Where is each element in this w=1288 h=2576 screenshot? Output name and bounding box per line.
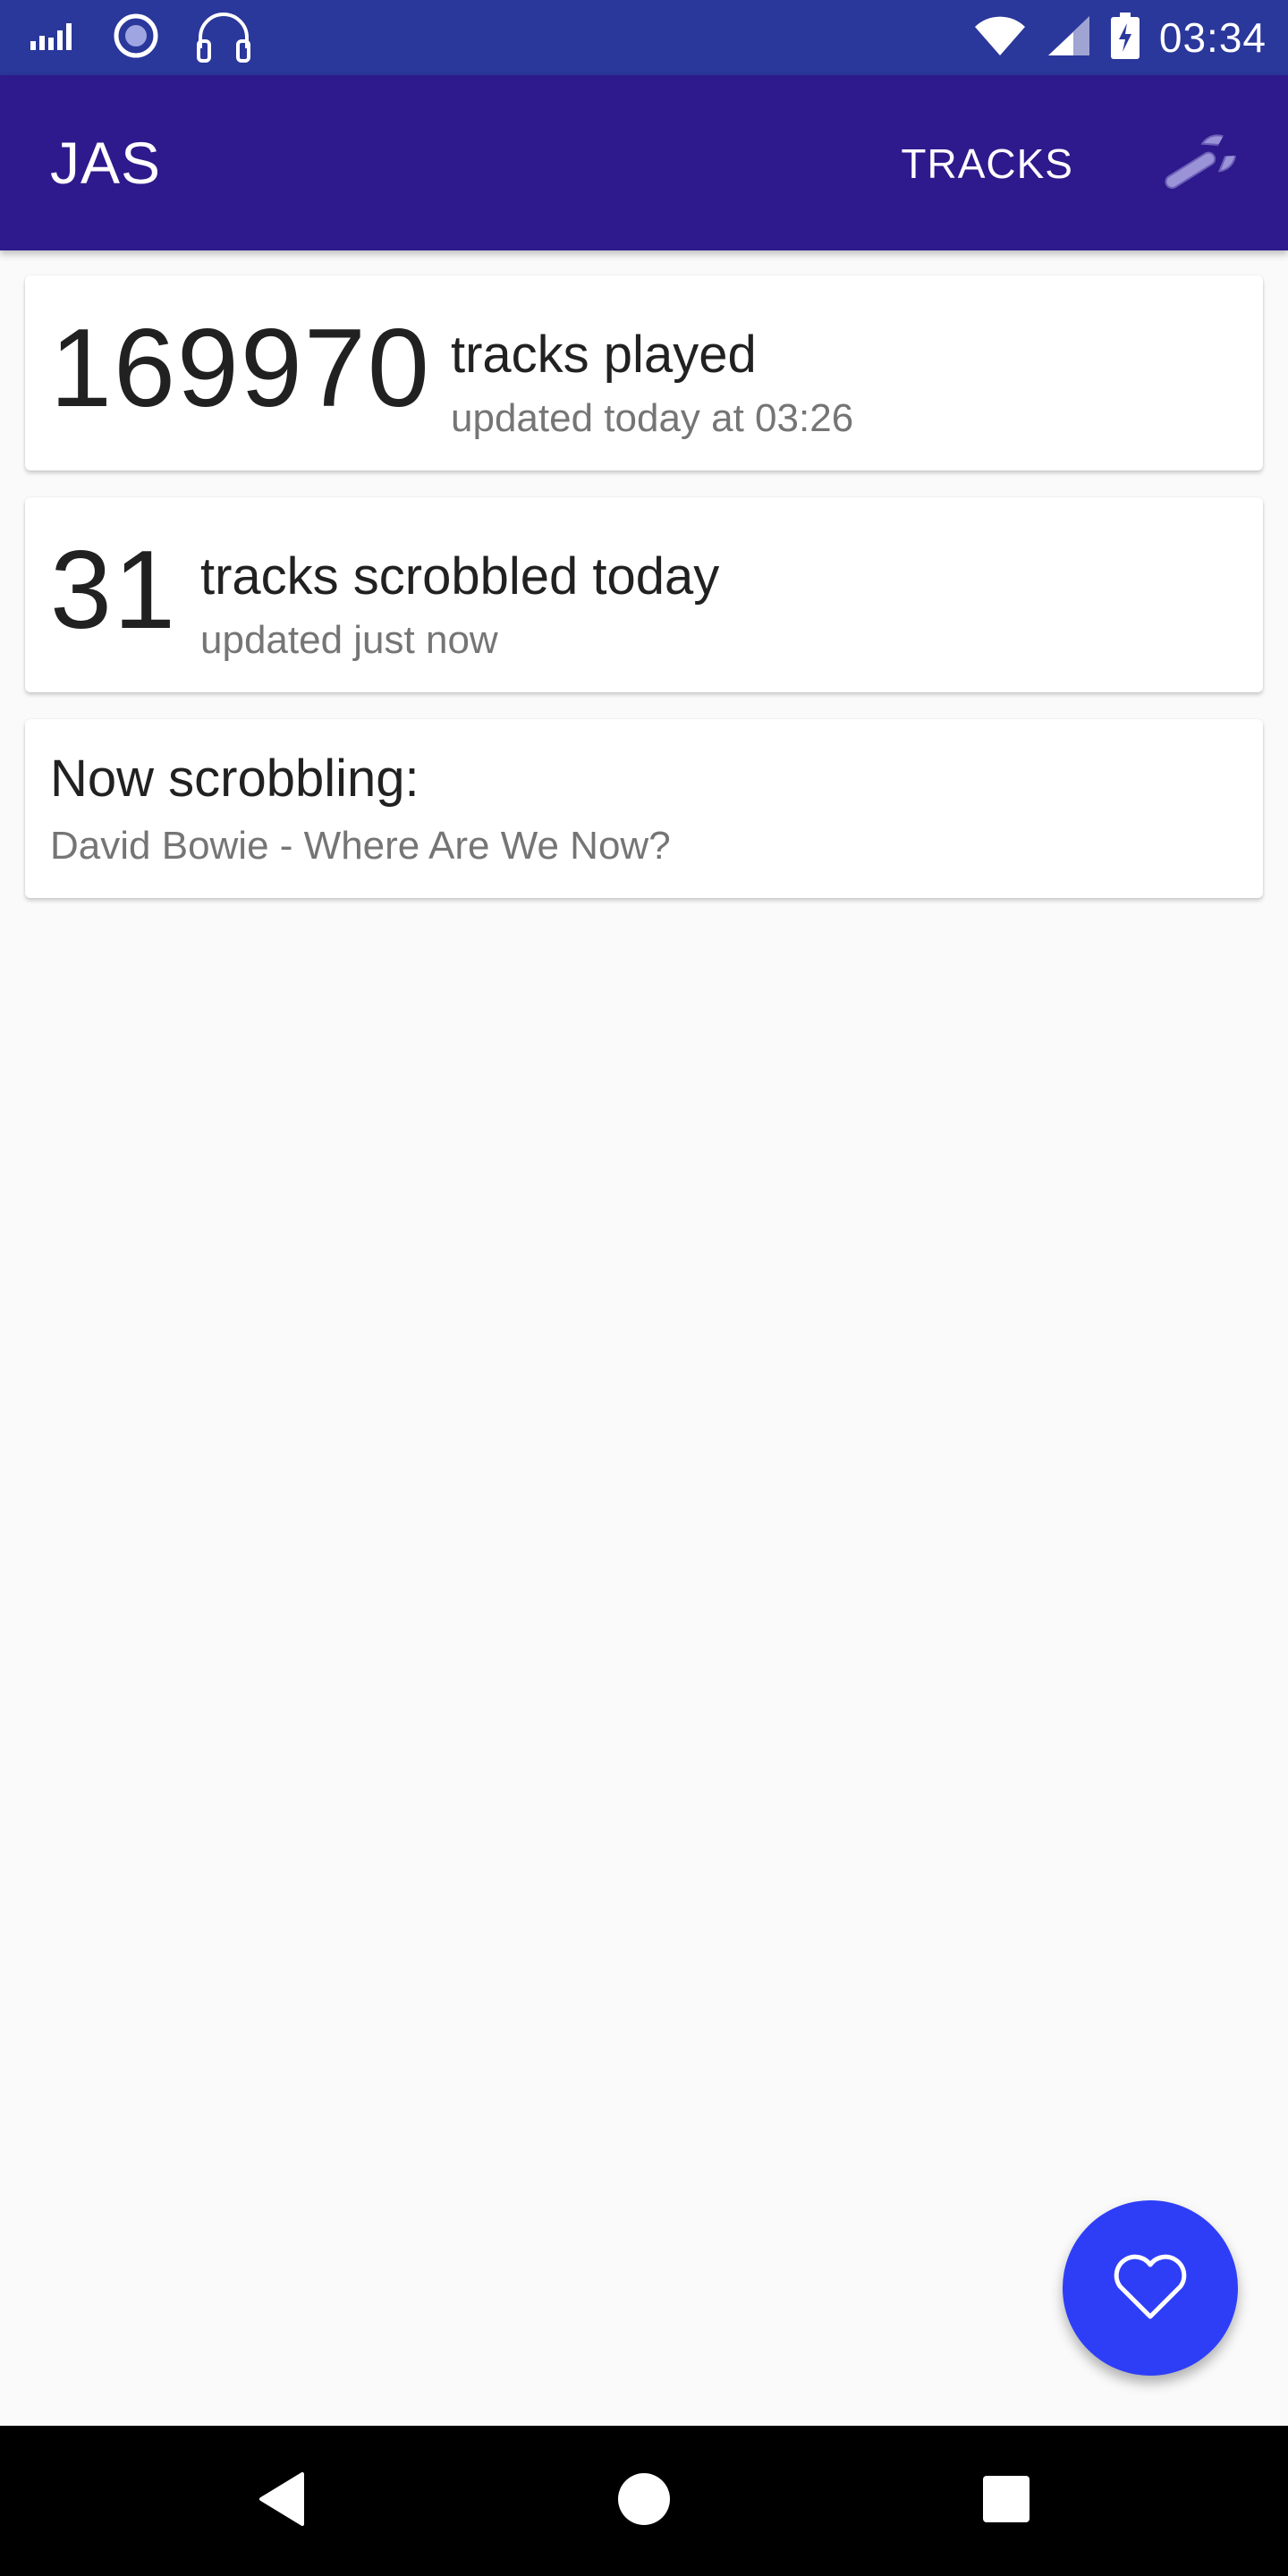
- tracks-scrobbled-updated: updated just now: [200, 618, 498, 662]
- tracks-scrobbled-title: tracks scrobbled today: [200, 547, 720, 606]
- tracks-played-text: tracks played updated today at 03:26: [451, 329, 853, 438]
- status-right-icons: 03:34: [973, 0, 1267, 75]
- home-icon: [615, 2470, 673, 2532]
- wrench-icon: [1150, 131, 1249, 204]
- tracks-scrobbled-text: tracks scrobbled today updated just now: [200, 551, 719, 660]
- tracks-played-card: 169970 tracks played updated today at 03…: [25, 275, 1263, 470]
- now-scrobbling-card: Now scrobbling: David Bowie - Where Are …: [25, 719, 1263, 898]
- settings-button[interactable]: [1150, 129, 1249, 200]
- app-bar: JAS TRACKS: [0, 75, 1288, 250]
- tracks-played-updated: updated today at 03:26: [451, 396, 854, 440]
- record-icon: [113, 13, 159, 64]
- headphones-icon: [195, 9, 252, 67]
- now-scrobbling-title: Now scrobbling:: [50, 750, 419, 808]
- tracks-scrobbled-count: 31: [50, 529, 177, 652]
- love-track-button[interactable]: [1063, 2200, 1238, 2376]
- back-button[interactable]: [247, 2465, 318, 2537]
- screen: 03:34 JAS TRACKS 169970 tracks played up…: [0, 0, 1288, 2576]
- status-bar: 03:34: [0, 0, 1288, 75]
- home-button[interactable]: [608, 2465, 680, 2537]
- app-title: JAS: [50, 130, 162, 196]
- tracks-scrobbled-card: 31 tracks scrobbled today updated just n…: [25, 497, 1263, 692]
- recents-button[interactable]: [970, 2465, 1042, 2537]
- signal-bars-icon: [30, 21, 77, 55]
- now-scrobbling-track: David Bowie - Where Are We Now?: [50, 824, 671, 868]
- recents-icon: [981, 2474, 1031, 2529]
- tracks-played-count: 169970: [50, 307, 431, 430]
- status-time: 03:34: [1158, 14, 1267, 61]
- wifi-icon: [973, 14, 1027, 62]
- tracks-button[interactable]: TRACKS: [901, 140, 1073, 188]
- heart-icon: [1111, 2250, 1190, 2326]
- status-left-icons: [30, 12, 252, 64]
- cell-signal-icon: [1046, 14, 1091, 62]
- back-icon: [256, 2470, 309, 2532]
- navigation-bar: [0, 2426, 1288, 2576]
- battery-charging-icon: [1110, 12, 1140, 64]
- tracks-played-title: tracks played: [451, 326, 757, 384]
